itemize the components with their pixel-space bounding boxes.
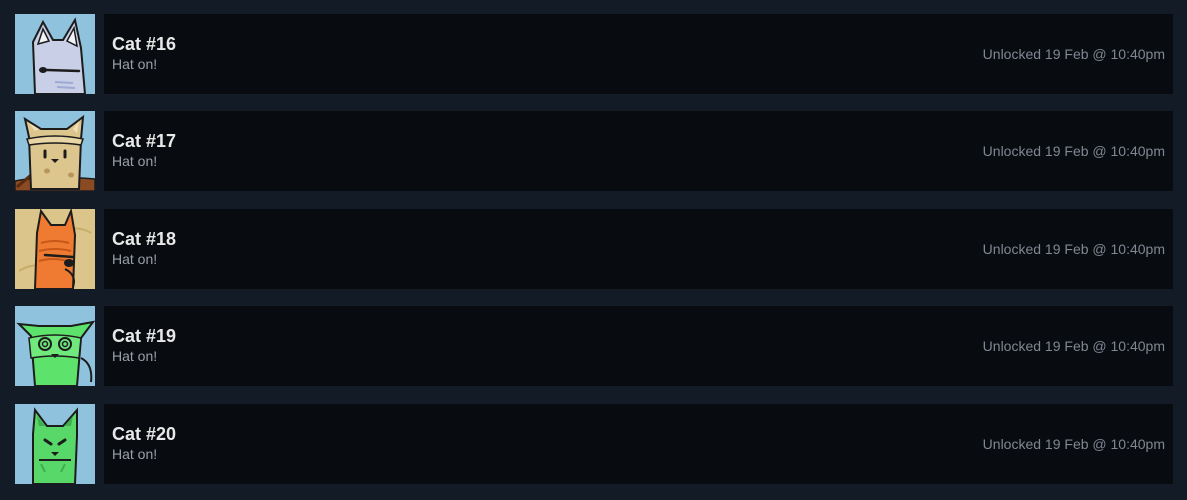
achievement-row[interactable]: Cat #19 Hat on! Unlocked 19 Feb @ 10:40p… (15, 306, 1173, 386)
achievement-panel: Cat #17 Hat on! Unlocked 19 Feb @ 10:40p… (104, 111, 1173, 191)
gray-cat-icon (15, 14, 95, 94)
achievement-row[interactable]: Cat #17 Hat on! Unlocked 19 Feb @ 10:40p… (15, 111, 1173, 191)
orange-cat-icon (15, 209, 95, 289)
achievement-title: Cat #20 (112, 424, 177, 444)
achievement-title: Cat #17 (112, 131, 177, 151)
unlock-time: Unlocked 19 Feb @ 10:40pm (982, 436, 1165, 452)
unlock-time: Unlocked 19 Feb @ 10:40pm (982, 143, 1165, 159)
achievement-description: Hat on! (112, 348, 158, 364)
tan-cat-icon (15, 111, 95, 191)
achievement-list: Cat #16 Hat on! Unlocked 19 Feb @ 10:40p… (0, 0, 1187, 500)
achievement-row[interactable]: Cat #18 Hat on! Unlocked 19 Feb @ 10:40p… (15, 209, 1173, 289)
unlock-time: Unlocked 19 Feb @ 10:40pm (982, 338, 1165, 354)
achievement-panel: Cat #18 Hat on! Unlocked 19 Feb @ 10:40p… (104, 209, 1173, 289)
achievement-description: Hat on! (112, 251, 158, 267)
achievement-description: Hat on! (112, 446, 158, 462)
achievement-panel: Cat #19 Hat on! Unlocked 19 Feb @ 10:40p… (104, 306, 1173, 386)
green-cat-icon (15, 404, 95, 484)
unlock-time: Unlocked 19 Feb @ 10:40pm (982, 46, 1165, 62)
achievement-title: Cat #16 (112, 34, 177, 54)
achievement-row[interactable]: Cat #16 Hat on! Unlocked 19 Feb @ 10:40p… (15, 14, 1173, 94)
achievement-description: Hat on! (112, 153, 158, 169)
achievement-title: Cat #19 (112, 326, 177, 346)
achievement-title: Cat #18 (112, 229, 177, 249)
achievement-row[interactable]: Cat #20 Hat on! Unlocked 19 Feb @ 10:40p… (15, 404, 1173, 484)
green-cat-icon (15, 306, 95, 386)
achievement-panel: Cat #20 Hat on! Unlocked 19 Feb @ 10:40p… (104, 404, 1173, 484)
achievement-description: Hat on! (112, 56, 158, 72)
unlock-time: Unlocked 19 Feb @ 10:40pm (982, 241, 1165, 257)
achievement-panel: Cat #16 Hat on! Unlocked 19 Feb @ 10:40p… (104, 14, 1173, 94)
